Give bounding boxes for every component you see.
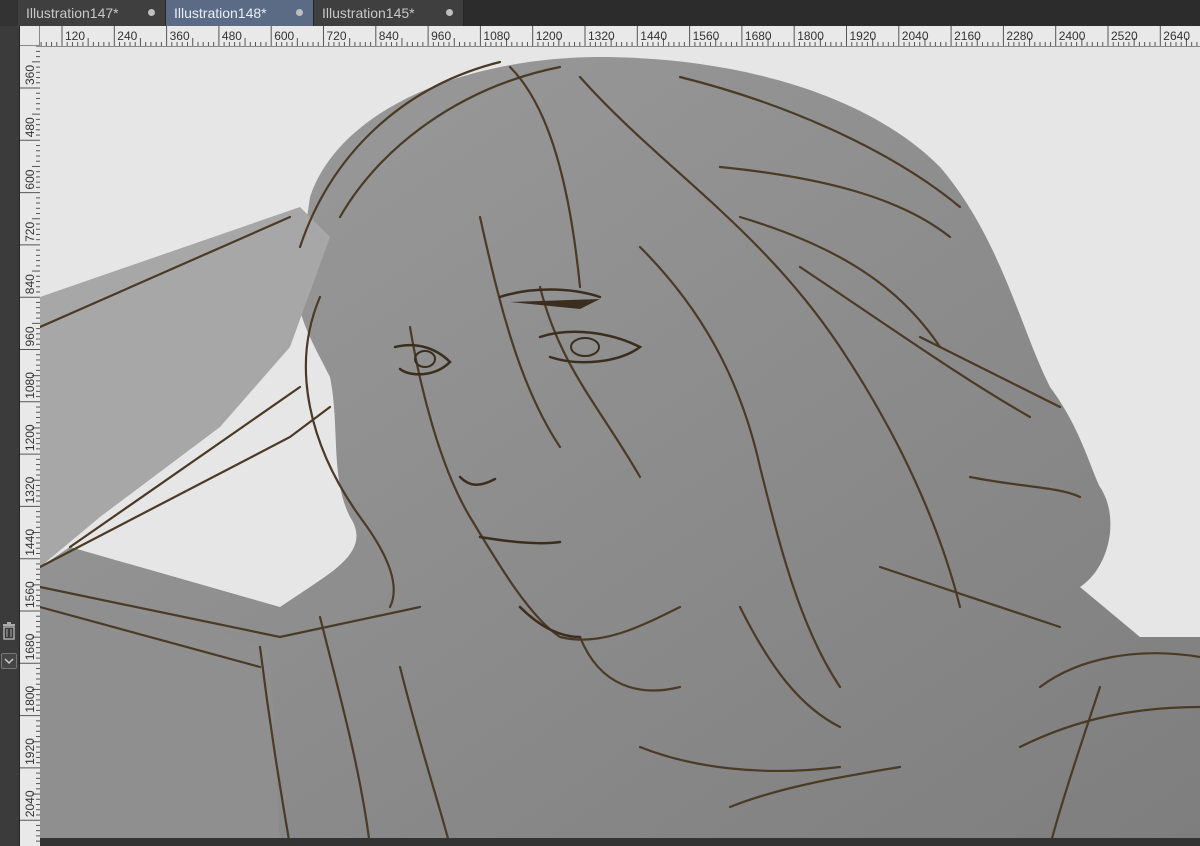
ruler-label: 1680	[23, 633, 37, 660]
vertical-ruler-ticks: 360 480 600 720 840 960 1080 1200 1320 1440 1560 16…	[20, 46, 40, 842]
ruler-label: 1920	[850, 29, 877, 43]
ruler-label: 1440	[640, 29, 667, 43]
ruler-label: 720	[23, 222, 37, 242]
ruler-label: 1800	[797, 29, 824, 43]
ruler-label: 2040	[23, 790, 37, 817]
ruler-label: 240	[117, 29, 137, 43]
ruler-label: 120	[65, 29, 85, 43]
ruler-label: 1080	[23, 372, 37, 399]
ruler-label: 600	[23, 169, 37, 189]
ruler-label: 2160	[954, 29, 981, 43]
tab-illustration145[interactable]: Illustration145*	[314, 0, 464, 26]
horizontal-ruler-ticks: 120 240 360 480 600 720 840 960 1080 1200 1320 1440…	[40, 26, 1198, 46]
ruler-label: 1320	[588, 29, 615, 43]
drawing-canvas[interactable]	[40, 47, 1200, 846]
chevron-down-icon	[4, 658, 14, 665]
ruler-label: 840	[379, 29, 399, 43]
ruler-corner	[20, 26, 40, 46]
ruler-label: 1440	[23, 529, 37, 556]
tab-illustration148[interactable]: Illustration148*	[166, 0, 314, 26]
trash-icon[interactable]	[2, 622, 16, 640]
ruler-label: 2520	[1111, 29, 1138, 43]
left-panel-strip	[0, 26, 20, 846]
tab-label: Illustration145*	[322, 5, 415, 21]
dot-icon[interactable]	[148, 9, 155, 16]
tab-illustration147[interactable]: Illustration147*	[18, 0, 166, 26]
tab-bar-empty-area	[464, 0, 1200, 26]
ruler-label: 2040	[902, 29, 929, 43]
ruler-label: 360	[170, 29, 190, 43]
document-tab-bar: Illustration147* Illustration148* Illust…	[0, 0, 1200, 26]
tab-label: Illustration147*	[26, 5, 119, 21]
ruler-label: 840	[23, 274, 37, 294]
ruler-label: 1920	[23, 738, 37, 765]
status-bar	[40, 838, 1200, 846]
ruler-label: 2400	[1059, 29, 1086, 43]
ruler-label: 1560	[693, 29, 720, 43]
ruler-label: 1320	[23, 476, 37, 503]
ruler-label: 2640	[1163, 29, 1190, 43]
dot-icon[interactable]	[446, 9, 453, 16]
ruler-label: 720	[327, 29, 347, 43]
dot-icon[interactable]	[296, 9, 303, 16]
ruler-label: 360	[23, 65, 37, 85]
ruler-label: 480	[222, 29, 242, 43]
tab-label: Illustration148*	[174, 5, 267, 21]
ruler-label: 2280	[1006, 29, 1033, 43]
horizontal-ruler[interactable]: 120 240 360 480 600 720 840 960 1080 1200 1320 1440…	[40, 26, 1200, 47]
ruler-label: 1800	[23, 686, 37, 713]
layer-dropdown-button[interactable]	[1, 653, 17, 669]
ruler-label: 480	[23, 117, 37, 137]
ruler-label: 960	[431, 29, 451, 43]
ruler-label: 1560	[23, 581, 37, 608]
ruler-label: 960	[23, 326, 37, 346]
ruler-label: 600	[274, 29, 294, 43]
tab-scroll-left-button[interactable]	[0, 0, 19, 26]
sketch-artwork	[40, 57, 1200, 846]
ruler-label: 1680	[745, 29, 772, 43]
ruler-label: 1200	[23, 424, 37, 451]
vertical-ruler[interactable]: 360 480 600 720 840 960 1080 1200 1320 1440 1560 16…	[20, 46, 41, 846]
ruler-label: 1080	[483, 29, 510, 43]
ruler-label: 1200	[536, 29, 563, 43]
